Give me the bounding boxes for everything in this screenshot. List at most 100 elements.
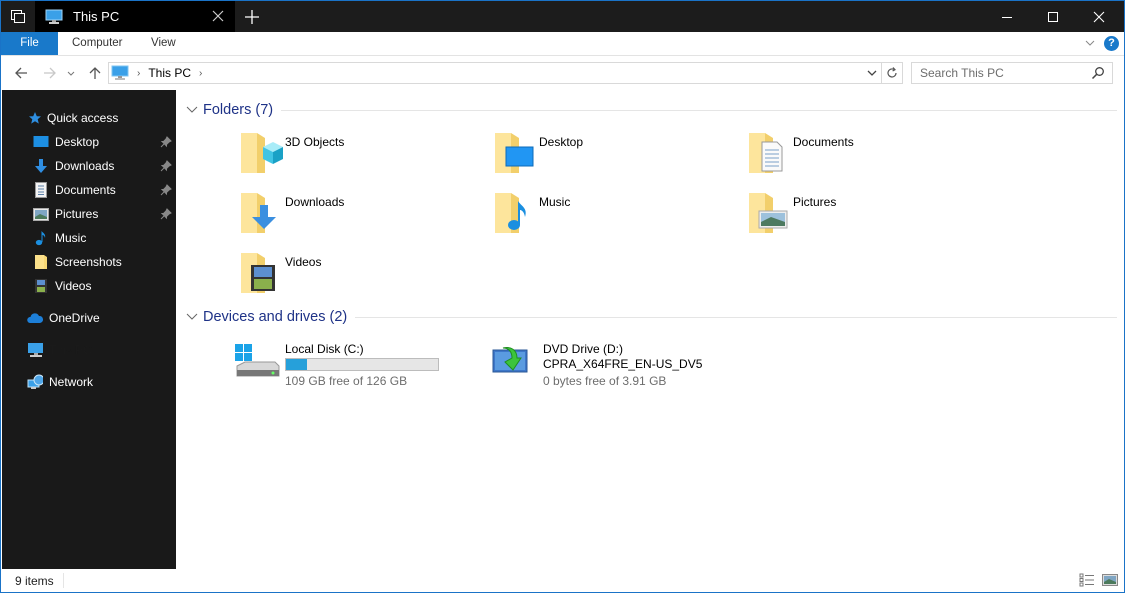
tab-title: This PC <box>73 9 120 24</box>
pin-icon[interactable] <box>160 184 172 196</box>
sidebar-item-this-pc[interactable]: This PC <box>2 339 176 361</box>
item-count: 9 items <box>15 574 54 588</box>
music-icon <box>33 230 49 246</box>
arrow-up-icon <box>89 67 101 79</box>
music-icon <box>495 193 526 233</box>
folder-tile-3d-objects[interactable]: 3D Objects <box>239 129 489 187</box>
chevron-down-icon <box>67 71 75 76</box>
sidebar-item-pictures[interactable]: Pictures <box>2 203 176 225</box>
video-icon <box>241 253 275 293</box>
ribbon: File Computer View ? <box>1 32 1124 56</box>
up-button[interactable] <box>86 64 104 82</box>
sidebar-item-videos[interactable]: Videos <box>2 275 176 297</box>
folder-tile-music[interactable]: Music <box>493 189 743 247</box>
picture-icon <box>749 193 788 233</box>
sidebar-item-music[interactable]: Music <box>2 227 176 249</box>
disk-usage-fill <box>286 359 307 370</box>
tab-computer[interactable]: Computer <box>58 32 137 55</box>
recent-locations-button[interactable] <box>65 64 77 82</box>
maximize-icon <box>1048 11 1058 22</box>
arrow-left-icon <box>15 67 27 79</box>
navigation-bar: › This PC › Search This PC <box>1 56 1124 90</box>
breadcrumb-this-pc[interactable]: This PC <box>148 66 191 80</box>
group-header-folders[interactable]: Folders (7) <box>177 98 1117 122</box>
video-icon <box>33 278 49 294</box>
download-icon <box>241 193 276 233</box>
drive-tile-d[interactable]: DVD Drive (D:) CPRA_X64FRE_EN-US_DV5 0 b… <box>491 336 741 394</box>
search-icon[interactable] <box>1091 66 1105 80</box>
pin-icon[interactable] <box>160 208 172 220</box>
search-box[interactable]: Search This PC <box>911 62 1113 84</box>
desktop-icon <box>33 134 49 150</box>
status-divider <box>63 573 64 588</box>
pin-icon[interactable] <box>160 136 172 148</box>
sidebar-item-documents[interactable]: Documents <box>2 179 176 201</box>
tab-file[interactable]: File <box>1 32 58 55</box>
desktop-icon <box>495 133 534 173</box>
breadcrumb-separator-icon[interactable]: › <box>137 68 140 79</box>
task-view-icon <box>10 9 25 23</box>
group-header-devices[interactable]: Devices and drives (2) <box>177 305 1117 329</box>
folder-tile-downloads[interactable]: Downloads <box>239 189 489 247</box>
folder-icon <box>33 254 49 270</box>
tab-this-pc[interactable]: This PC <box>35 1 235 32</box>
file-explorer-window: This PC File Computer View ? › This PC ›… <box>0 0 1125 593</box>
close-button[interactable] <box>1076 1 1122 32</box>
folder-tile-documents[interactable]: Documents <box>747 129 997 187</box>
details-view-icon[interactable] <box>1079 573 1095 587</box>
refresh-button[interactable] <box>881 62 903 84</box>
minimize-icon <box>1002 16 1012 18</box>
star-icon <box>27 110 43 126</box>
drive-tile-c[interactable]: Local Disk (C:) 109 GB free of 126 GB <box>233 336 483 394</box>
download-icon <box>33 158 49 174</box>
title-bar: This PC <box>1 1 1124 32</box>
sidebar-item-screenshots[interactable]: Screenshots <box>2 251 176 273</box>
help-icon[interactable]: ? <box>1104 36 1119 51</box>
large-icons-view-icon[interactable] <box>1102 573 1118 587</box>
this-pc-icon <box>27 342 43 358</box>
expand-ribbon-icon[interactable] <box>1084 37 1096 49</box>
folder-tile-pictures[interactable]: Pictures <box>747 189 997 247</box>
sidebar-item-network[interactable]: Network <box>2 371 176 393</box>
sidebar-item-onedrive[interactable]: OneDrive <box>2 307 176 329</box>
close-tab-icon[interactable] <box>211 9 225 23</box>
maximize-button[interactable] <box>1030 1 1076 32</box>
content-pane: Folders (7) 3D Objects Desktop Documents… <box>177 90 1124 569</box>
search-placeholder: Search This PC <box>920 66 1004 80</box>
cloud-icon <box>27 310 43 326</box>
sidebar-item-downloads[interactable]: Downloads <box>2 155 176 177</box>
task-view-button[interactable] <box>1 1 34 32</box>
new-tab-icon[interactable] <box>241 6 263 28</box>
document-icon <box>33 182 49 198</box>
this-pc-icon <box>45 9 63 24</box>
navigation-pane: Quick access Desktop Downloads Documents… <box>2 90 176 569</box>
collapse-chevron-icon[interactable] <box>186 105 198 115</box>
tab-view[interactable]: View <box>137 32 190 55</box>
pin-icon[interactable] <box>160 160 172 172</box>
dvd-drive-icon <box>492 347 528 373</box>
disk-usage-bar <box>285 358 439 371</box>
sidebar-item-quick-access[interactable]: Quick access <box>2 107 176 129</box>
network-icon <box>27 374 43 390</box>
back-button[interactable] <box>12 64 30 82</box>
group-divider <box>355 316 1117 318</box>
status-bar: 9 items <box>1 569 1124 592</box>
folder-tile-desktop[interactable]: Desktop <box>493 129 743 187</box>
document-icon <box>749 133 783 173</box>
address-bar[interactable]: › This PC › <box>108 62 882 84</box>
folder-tile-videos[interactable]: Videos <box>239 249 489 307</box>
cube-icon <box>241 133 283 173</box>
this-pc-icon <box>111 65 129 80</box>
hard-drive-icon <box>235 344 280 377</box>
collapse-chevron-icon[interactable] <box>186 312 198 322</box>
address-dropdown-icon[interactable] <box>865 66 879 80</box>
breadcrumb-separator-icon[interactable]: › <box>199 68 202 79</box>
forward-button[interactable] <box>41 64 59 82</box>
picture-icon <box>33 206 49 222</box>
refresh-icon <box>886 67 897 78</box>
sidebar-item-desktop[interactable]: Desktop <box>2 131 176 153</box>
minimize-button[interactable] <box>984 1 1030 32</box>
group-divider <box>281 109 1117 111</box>
arrow-right-icon <box>44 67 56 79</box>
close-icon <box>1093 11 1105 22</box>
